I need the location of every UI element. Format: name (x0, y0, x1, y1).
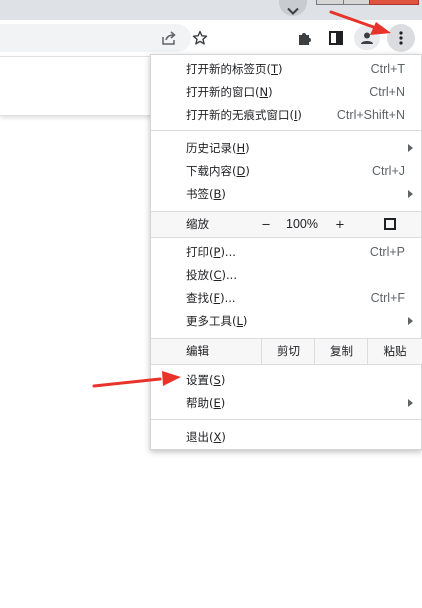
menu-separator (151, 419, 421, 420)
menu-item-new-tab[interactable]: 打开新的标签页(T) Ctrl+T (151, 58, 421, 80)
triangle-right-icon (408, 144, 413, 152)
shortcut-text: Ctrl+J (372, 164, 405, 178)
menu-item-label: 更多工具(L) (186, 314, 248, 328)
shortcut-text: Ctrl+Shift+N (336, 108, 405, 122)
share-icon (162, 31, 176, 45)
zoom-in-button[interactable]: + (323, 212, 357, 237)
menu-item-label: 设置(S) (186, 373, 226, 387)
zoom-row: 缩放 − 100% + (151, 211, 421, 238)
menu-item-label: 打开新的标签页(T) (186, 62, 283, 76)
edit-row: 编辑 剪切 复制 粘贴 (151, 338, 422, 365)
close-window-button[interactable] (369, 0, 419, 5)
tab-strip (0, 0, 422, 20)
menu-item-history[interactable]: 历史记录(H) (151, 137, 421, 159)
chrome-menu-button[interactable] (387, 24, 415, 52)
menu-item-print[interactable]: 打印(P)... Ctrl+P (151, 241, 421, 263)
menu-item-new-incognito[interactable]: 打开新的无痕式窗口(I) Ctrl+Shift+N (151, 104, 421, 126)
share-button[interactable] (157, 26, 181, 50)
tab-search-button[interactable] (279, 0, 307, 16)
puzzle-icon (299, 33, 311, 45)
menu-item-label: 投放(C)... (186, 268, 237, 282)
copy-button[interactable]: 复制 (314, 339, 368, 364)
zoom-out-button[interactable]: − (249, 212, 283, 237)
shortcut-text: Ctrl+P (369, 245, 405, 259)
menu-item-label: 帮助(E) (186, 396, 226, 410)
cut-button[interactable]: 剪切 (261, 339, 315, 364)
menu-item-downloads[interactable]: 下载内容(D) Ctrl+J (151, 160, 421, 182)
chevron-down-icon (287, 7, 299, 15)
menu-separator (151, 130, 421, 131)
paste-button[interactable]: 粘贴 (367, 339, 422, 364)
side-panel-button[interactable] (324, 26, 348, 50)
three-dots-vertical-icon (399, 31, 403, 45)
menu-item-label: 查找(F)... (186, 291, 236, 305)
menu-item-find[interactable]: 查找(F)... Ctrl+F (151, 287, 421, 309)
fullscreen-icon[interactable] (384, 218, 396, 230)
minimize-button[interactable] (316, 0, 344, 5)
menu-item-more-tools[interactable]: 更多工具(L) (151, 310, 421, 332)
extensions-button[interactable] (293, 26, 317, 50)
menu-item-settings[interactable]: 设置(S) (151, 369, 421, 391)
menu-item-new-window[interactable]: 打开新的窗口(N) Ctrl+N (151, 81, 421, 103)
menu-item-label: 打开新的窗口(N) (186, 85, 273, 99)
star-icon (192, 30, 208, 45)
menu-item-label: 下载内容(D) (186, 164, 250, 178)
zoom-label: 缩放 (186, 217, 209, 231)
zoom-level: 100% (286, 217, 318, 231)
menu-item-label: 退出(X) (186, 430, 226, 444)
shortcut-text: Ctrl+N (369, 85, 405, 99)
menu-item-label: 书签(B) (186, 187, 226, 201)
menu-item-label: 打印(P)... (186, 245, 236, 259)
menu-item-cast[interactable]: 投放(C)... (151, 264, 421, 286)
maximize-button[interactable] (343, 0, 370, 5)
browser-toolbar (0, 20, 422, 56)
side-panel-icon (329, 31, 343, 45)
menu-item-label: 历史记录(H) (186, 141, 250, 155)
chrome-menu: 打开新的标签页(T) Ctrl+T 打开新的窗口(N) Ctrl+N 打开新的无… (150, 54, 422, 450)
shortcut-text: Ctrl+F (370, 291, 405, 305)
content-bar (0, 56, 160, 116)
person-icon (361, 32, 373, 44)
menu-item-help[interactable]: 帮助(E) (151, 392, 421, 414)
menu-item-exit[interactable]: 退出(X) (151, 426, 421, 448)
profile-button[interactable] (354, 26, 380, 50)
triangle-right-icon (408, 399, 413, 407)
triangle-right-icon (408, 317, 413, 325)
menu-item-label: 打开新的无痕式窗口(I) (186, 108, 302, 122)
shortcut-text: Ctrl+T (370, 62, 405, 76)
triangle-right-icon (408, 190, 413, 198)
menu-item-bookmarks[interactable]: 书签(B) (151, 183, 421, 205)
bookmark-star-button[interactable] (188, 26, 212, 50)
edit-label: 编辑 (186, 344, 209, 358)
